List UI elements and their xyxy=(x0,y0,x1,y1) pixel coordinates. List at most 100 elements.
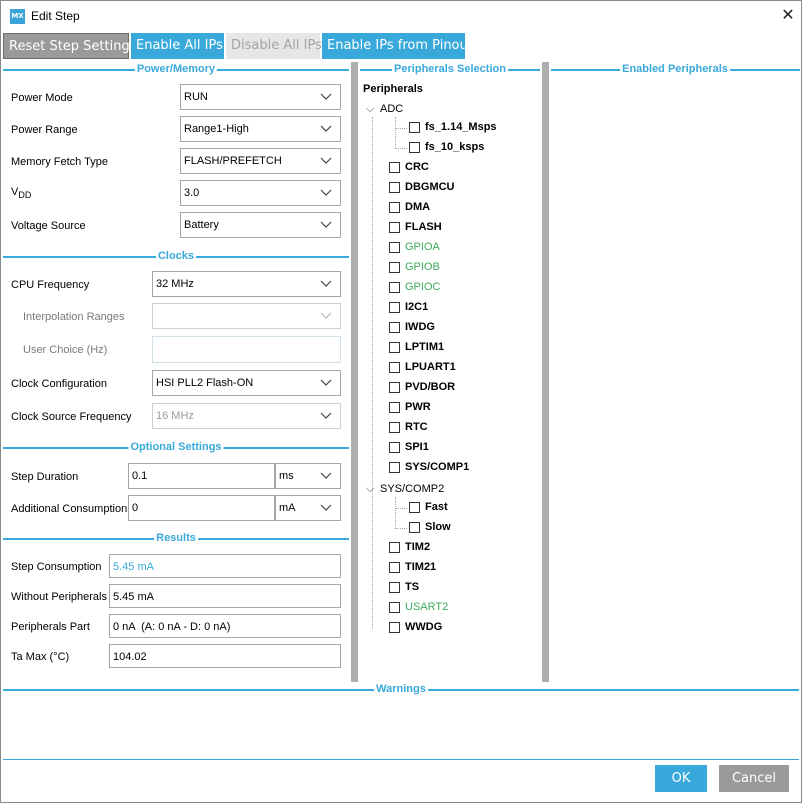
tree-group-adc[interactable]: ⌵ ADC xyxy=(366,103,403,116)
without-peripherals-value: 5.45 mA xyxy=(109,584,341,608)
additional-consumption-label: Additional Consumption xyxy=(11,503,128,515)
middle-panel-splitter[interactable] xyxy=(542,62,549,682)
chevron-down-icon xyxy=(320,125,332,132)
checkbox[interactable] xyxy=(389,202,400,213)
step-duration-input[interactable]: 0.1 xyxy=(128,463,275,489)
chevron-down-icon xyxy=(320,472,332,479)
cpu-frequency-select[interactable]: 32 MHz xyxy=(152,271,341,297)
tree-group-label: SYS/COMP2 xyxy=(380,483,445,495)
additional-consumption-input[interactable]: 0 xyxy=(128,495,275,521)
checkbox[interactable] xyxy=(389,602,400,613)
peripheral-label: IWDG xyxy=(405,321,435,333)
user-choice-input[interactable] xyxy=(152,336,341,363)
voltage-source-label: Voltage Source xyxy=(11,220,86,232)
checkbox[interactable] xyxy=(409,502,420,513)
checkbox[interactable] xyxy=(389,262,400,273)
clock-configuration-select[interactable]: HSI PLL2 Flash-ON xyxy=(152,370,341,396)
tree-guide-line xyxy=(372,117,373,629)
checkbox[interactable] xyxy=(389,282,400,293)
close-icon[interactable]: ✕ xyxy=(777,4,799,26)
checkbox[interactable] xyxy=(389,162,400,173)
checkbox[interactable] xyxy=(389,562,400,573)
checkbox[interactable] xyxy=(389,542,400,553)
peripheral-label: I2C1 xyxy=(405,301,429,313)
power-mode-select[interactable]: RUN xyxy=(180,84,341,110)
vdd-label: VDD xyxy=(11,186,32,201)
toolbar: Reset Step Settings Enable All IPs Disab… xyxy=(1,32,801,60)
checkbox[interactable] xyxy=(389,422,400,433)
enabled-peripherals-list[interactable] xyxy=(551,78,800,678)
enable-all-ips-button[interactable]: Enable All IPs xyxy=(131,33,224,59)
clock-source-frequency-select[interactable]: 16 MHz xyxy=(152,403,341,429)
checkbox[interactable] xyxy=(389,462,400,473)
chevron-down-icon xyxy=(320,157,332,164)
left-panel-splitter[interactable] xyxy=(351,62,358,682)
peripheral-label: DMA xyxy=(405,201,431,213)
checkbox[interactable] xyxy=(389,362,400,373)
checkbox[interactable] xyxy=(389,582,400,593)
chevron-down-icon[interactable]: ⌵ xyxy=(366,103,380,116)
checkbox[interactable] xyxy=(389,342,400,353)
interpolation-ranges-select[interactable] xyxy=(152,303,341,329)
peripherals-part-value: 0 nA (A: 0 nA - D: 0 nA) xyxy=(109,614,341,638)
tree-group-label: ADC xyxy=(380,103,404,115)
user-choice-label: User Choice (Hz) xyxy=(23,344,108,356)
clock-source-frequency-label: Clock Source Frequency xyxy=(11,411,132,423)
peripheral-label: TIM2 xyxy=(405,541,431,553)
peripheral-label: Slow xyxy=(425,521,451,533)
enabled-peripherals-header: Enabled Peripherals xyxy=(551,63,800,77)
peripheral-label: RTC xyxy=(405,421,428,433)
peripheral-label: PWR xyxy=(405,401,431,413)
checkbox[interactable] xyxy=(389,242,400,253)
warnings-header: Warnings xyxy=(3,683,799,697)
peripherals-selection-header: Peripherals Selection xyxy=(360,63,540,77)
peripheral-label: WWDG xyxy=(405,621,443,633)
peripheral-label: FLASH xyxy=(405,221,442,233)
ok-button[interactable]: OK xyxy=(655,765,707,792)
checkbox[interactable] xyxy=(409,122,420,133)
checkbox[interactable] xyxy=(389,182,400,193)
ta-max-label: Ta Max (°C) xyxy=(11,651,70,663)
peripheral-label: Fast xyxy=(425,501,448,513)
app-logo-icon: MX xyxy=(10,9,25,24)
chevron-down-icon xyxy=(320,280,332,287)
checkbox[interactable] xyxy=(389,302,400,313)
tree-group-sys-comp2[interactable]: ⌵ SYS/COMP2 xyxy=(366,483,444,496)
peripheral-label: GPIOA xyxy=(405,241,440,253)
chevron-down-icon xyxy=(320,221,332,228)
tree-guide-line xyxy=(395,117,396,149)
cancel-button[interactable]: Cancel xyxy=(719,765,789,792)
step-duration-unit-select[interactable]: ms xyxy=(275,463,341,489)
checkbox[interactable] xyxy=(389,322,400,333)
clocks-header: Clocks xyxy=(3,250,349,264)
results-header: Results xyxy=(3,532,349,546)
power-range-select[interactable]: Range1-High xyxy=(180,116,341,142)
enable-ips-from-pinout-button[interactable]: Enable IPs from Pinout xyxy=(322,33,473,59)
memory-fetch-label: Memory Fetch Type xyxy=(11,156,108,168)
reset-step-settings-button[interactable]: Reset Step Settings xyxy=(3,33,137,59)
checkbox[interactable] xyxy=(389,622,400,633)
checkbox[interactable] xyxy=(389,402,400,413)
interpolation-ranges-label: Interpolation Ranges xyxy=(23,311,125,323)
chevron-down-icon xyxy=(320,412,332,419)
chevron-down-icon xyxy=(320,312,332,319)
peripheral-label: LPTIM1 xyxy=(405,341,445,353)
step-duration-label: Step Duration xyxy=(11,471,79,483)
title-bar: MX Edit Step ✕ xyxy=(1,1,801,31)
tree-guide-line xyxy=(395,528,407,529)
peripheral-label: CRC xyxy=(405,161,429,173)
additional-consumption-unit-select[interactable]: mA xyxy=(275,495,341,521)
chevron-down-icon[interactable]: ⌵ xyxy=(366,483,380,496)
checkbox[interactable] xyxy=(409,522,420,533)
clock-configuration-label: Clock Configuration xyxy=(11,378,107,390)
checkbox[interactable] xyxy=(389,382,400,393)
power-range-label: Power Range xyxy=(11,124,78,136)
checkbox[interactable] xyxy=(409,142,420,153)
memory-fetch-select[interactable]: FLASH/PREFETCH xyxy=(180,148,341,174)
vdd-select[interactable]: 3.0 xyxy=(180,180,341,206)
disable-all-ips-button[interactable]: Disable All IPs xyxy=(226,33,322,59)
checkbox[interactable] xyxy=(389,222,400,233)
power-mode-label: Power Mode xyxy=(11,92,73,104)
voltage-source-select[interactable]: Battery xyxy=(180,212,341,238)
checkbox[interactable] xyxy=(389,442,400,453)
